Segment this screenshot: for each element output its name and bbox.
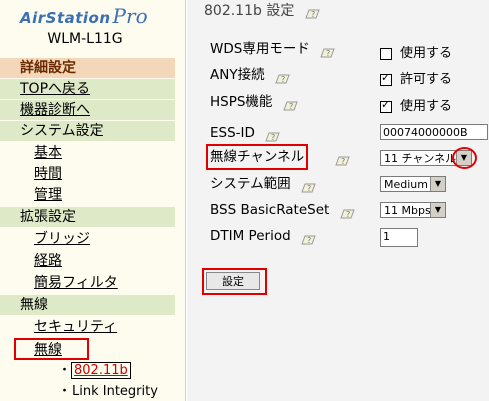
bss-label: BSS BasicRateSet [210, 202, 330, 218]
any-checkbox[interactable] [380, 71, 392, 86]
sidebar-header-system: システム設定 [0, 121, 175, 141]
range-label: システム範囲 [210, 176, 291, 192]
sidebar-item-time[interactable]: 時間 [0, 164, 175, 184]
model-name: WLM-L11G [47, 31, 123, 47]
svg-text:?: ? [346, 210, 350, 219]
range-row: システム範囲 ? [210, 172, 317, 196]
help-icon[interactable]: ? [305, 5, 321, 19]
essid-row: ESS-ID ? [210, 121, 281, 145]
bss-control: 11 Mbps ▼ [380, 202, 446, 222]
highlight-wireless-box [14, 338, 89, 360]
airstation-logo: AirStation Pro [20, 4, 148, 28]
help-icon[interactable]: ? [339, 204, 356, 219]
bss-select-value: 11 Mbps [384, 204, 431, 217]
range-select[interactable]: Medium ▼ [380, 176, 446, 192]
dtim-input[interactable]: 1 [380, 228, 418, 247]
channel-row: 無線チャンネル [205, 144, 309, 170]
sidebar-item-basic[interactable]: 基本 [0, 143, 175, 163]
wds-control: 使用する [380, 42, 452, 62]
sidebar-item-admin[interactable]: 管理 [0, 185, 175, 205]
sidebar-item-bridge[interactable]: ブリッジ [0, 229, 175, 249]
sidebar-header-advanced: 詳細設定 [0, 58, 175, 78]
dtim-control: 1 [380, 228, 418, 248]
sidebar-item-route[interactable]: 経路 [0, 251, 175, 271]
help-icon[interactable]: ? [265, 127, 281, 142]
any-value: 許可する [400, 72, 453, 87]
any-label: ANY接続 [210, 67, 265, 83]
sidebar-header-wireless: 無線 [0, 295, 175, 315]
sidebar-sub-80211b[interactable]: ・ 802.11b [58, 362, 131, 380]
main-panel: 802.11b 設定 ? WDS専用モード ? 使用する ANY接続 ? 許可す… [187, 0, 489, 401]
page-title: 802.11b 設定 ? [204, 0, 321, 22]
hsps-row: HSPS機能 ? [210, 90, 299, 114]
bullet-icon: ・ [58, 363, 72, 378]
help-icon[interactable]: ? [275, 69, 291, 84]
chevron-down-icon[interactable]: ▼ [430, 203, 445, 217]
sidebar-item-filter[interactable]: 簡易フィルタ [0, 273, 175, 293]
svg-text:?: ? [307, 184, 311, 193]
highlight-dropdown-circle [452, 147, 477, 169]
help-icon[interactable]: ? [335, 152, 351, 166]
sidebar-item-security[interactable]: セキュリティ [0, 317, 175, 337]
bss-select[interactable]: 11 Mbps ▼ [380, 202, 446, 218]
sidebar-link-top[interactable]: TOPへ戻る [0, 79, 175, 99]
sidebar: AirStation Pro WLM-L11G 詳細設定 TOPへ戻る 機器診断へ… [0, 0, 186, 401]
sidebar-sub-link-integrity-label: Link Integrity [72, 384, 158, 399]
any-control: 許可する [380, 68, 452, 88]
wds-value: 使用する [400, 46, 453, 61]
bss-row: BSS BasicRateSet ? [210, 198, 356, 222]
hsps-control: 使用する [380, 95, 452, 115]
chevron-down-icon[interactable]: ▼ [430, 177, 445, 191]
wds-checkbox[interactable] [380, 47, 392, 60]
essid-control: 00074000000B [380, 124, 488, 144]
help-icon[interactable]: ? [301, 230, 317, 245]
hsps-checkbox[interactable] [380, 98, 392, 113]
page-title-text: 802.11b 設定 [204, 3, 295, 19]
range-select-value: Medium [384, 178, 428, 191]
dtim-row: DTIM Period ? [210, 224, 317, 248]
svg-text:?: ? [289, 102, 293, 111]
range-control: Medium ▼ [380, 176, 446, 196]
wds-row: WDS専用モード ? [210, 37, 336, 61]
svg-text:?: ? [281, 75, 285, 84]
svg-text:?: ? [326, 49, 330, 58]
svg-text:?: ? [341, 157, 345, 166]
sidebar-link-diagnostics[interactable]: 機器診断へ [0, 100, 175, 120]
sidebar-sub-link-integrity[interactable]: ・Link Integrity [58, 383, 158, 401]
help-icon[interactable]: ? [283, 96, 299, 111]
channel-select-value: 11 チャンネル [384, 152, 457, 165]
help-icon[interactable]: ? [301, 178, 317, 193]
sidebar-sub-80211b-label: 802.11b [71, 362, 131, 379]
channel-label: 無線チャンネル [210, 149, 305, 165]
svg-text:?: ? [271, 133, 275, 142]
svg-text:?: ? [307, 236, 311, 245]
essid-input[interactable]: 00074000000B [380, 124, 488, 140]
dtim-label: DTIM Period [210, 228, 291, 244]
sidebar-header-extended: 拡張設定 [0, 207, 175, 227]
highlight-submit-box [202, 268, 267, 295]
svg-text:?: ? [311, 10, 315, 19]
essid-label: ESS-ID [210, 125, 255, 141]
hsps-label: HSPS機能 [210, 94, 273, 110]
wds-label: WDS専用モード [210, 41, 310, 57]
any-row: ANY接続 ? [210, 63, 291, 87]
hsps-value: 使用する [400, 99, 453, 114]
bullet-icon: ・ [58, 384, 72, 399]
help-icon[interactable]: ? [320, 43, 336, 58]
